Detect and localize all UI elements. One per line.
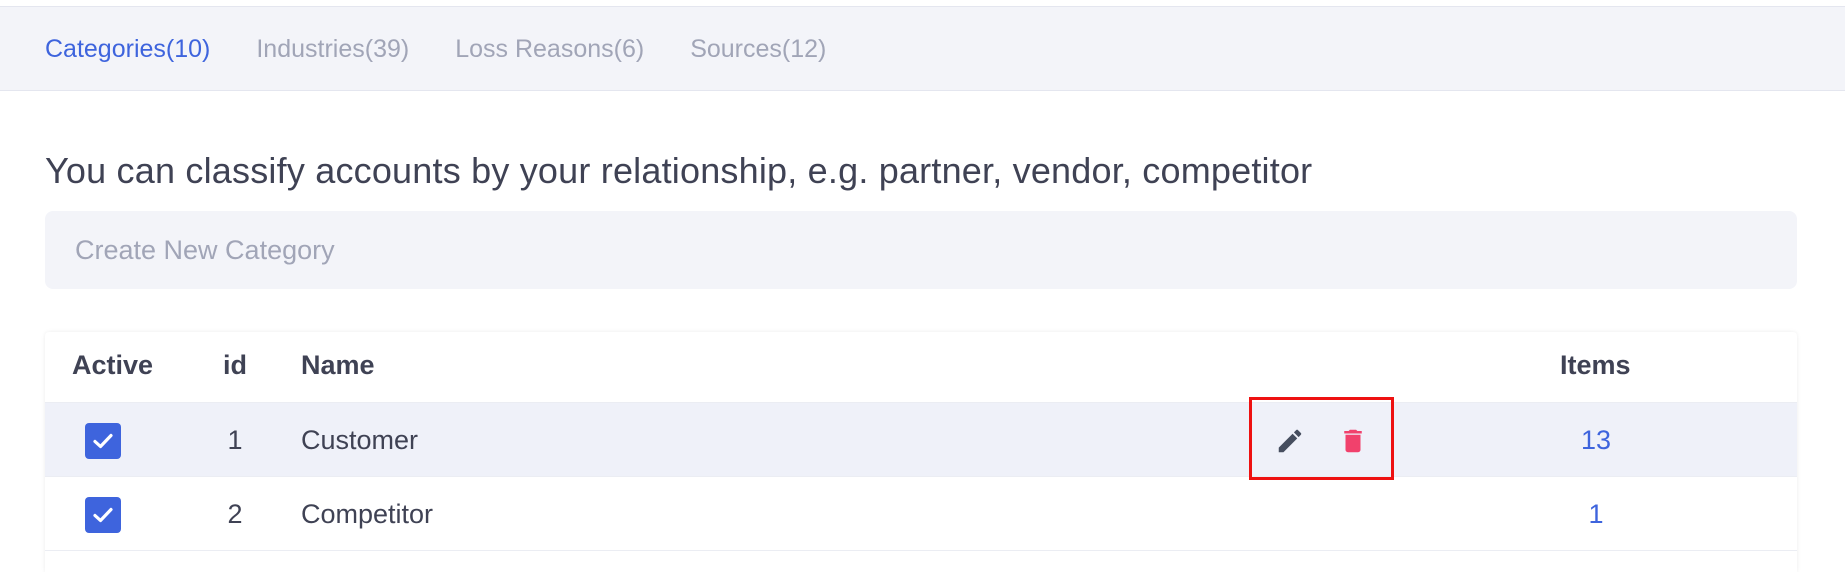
category-tabs: Categories(10) Industries(39) Loss Reaso…	[0, 6, 1845, 91]
tab-industries[interactable]: Industries(39)	[256, 34, 409, 64]
header-id[interactable]: id	[223, 350, 247, 381]
check-icon	[93, 507, 113, 523]
categories-table: Active id Name Items 1 Customer 13 2 Com…	[45, 332, 1797, 572]
highlight-annotation	[1249, 397, 1394, 480]
tab-sources[interactable]: Sources(12)	[690, 34, 826, 64]
tab-loss-reasons[interactable]: Loss Reasons(6)	[455, 34, 644, 64]
table-row[interactable]: 2 Competitor 1	[45, 477, 1797, 551]
row-id: 2	[227, 499, 243, 529]
check-icon	[93, 433, 113, 449]
row-name: Competitor	[301, 499, 434, 529]
row-id: 1	[227, 425, 243, 455]
row-items-link[interactable]: 1	[1556, 499, 1636, 530]
header-active[interactable]: Active	[72, 350, 153, 381]
active-checkbox[interactable]	[85, 423, 121, 459]
header-items[interactable]: Items	[1560, 350, 1631, 381]
page-description: You can classify accounts by your relati…	[45, 150, 1313, 191]
row-name: Customer	[301, 425, 419, 455]
tab-categories[interactable]: Categories(10)	[45, 34, 210, 64]
table-header: Active id Name Items	[45, 332, 1797, 403]
active-checkbox[interactable]	[85, 497, 121, 533]
header-name[interactable]: Name	[301, 350, 375, 381]
create-category-input[interactable]	[45, 211, 1797, 289]
table-row[interactable]: 1 Customer 13	[45, 403, 1797, 477]
row-items-link[interactable]: 13	[1556, 425, 1636, 456]
